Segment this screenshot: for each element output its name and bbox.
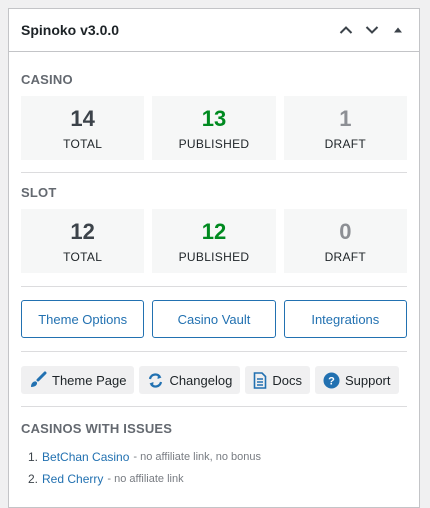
slot-section: SLOT 12 TOTAL 12 PUBLISHED 0 DRAFT xyxy=(21,173,407,273)
slot-published-label: PUBLISHED xyxy=(178,249,250,264)
integrations-button[interactable]: Integrations xyxy=(283,300,407,338)
casino-published-label: PUBLISHED xyxy=(178,136,250,151)
casino-stats: 14 TOTAL 13 PUBLISHED 1 DRAFT xyxy=(21,96,407,160)
divider xyxy=(21,286,407,287)
chevron-up-icon[interactable] xyxy=(333,15,359,45)
casino-section: CASINO 14 TOTAL 13 PUBLISHED 1 DRAFT xyxy=(21,52,407,160)
issues-section-title: CASINOS WITH ISSUES xyxy=(21,421,173,436)
chevron-down-icon[interactable] xyxy=(359,15,385,45)
changelog-label: Changelog xyxy=(169,372,233,388)
refresh-icon xyxy=(147,372,164,389)
issues-list: 1. BetChan Casino - no affiliate link, n… xyxy=(21,446,407,490)
casino-total-label: TOTAL xyxy=(63,136,103,151)
brush-icon xyxy=(29,371,47,389)
issue-casino-link[interactable]: BetChan Casino xyxy=(42,450,129,464)
casino-published-card: 13 PUBLISHED xyxy=(152,96,276,160)
list-item: 1. BetChan Casino - no affiliate link, n… xyxy=(28,446,407,468)
slot-total-card: 12 TOTAL xyxy=(21,209,145,273)
list-item: 2. Red Cherry - no affiliate link xyxy=(28,468,407,490)
document-icon xyxy=(253,371,267,389)
slot-draft-value: 0 xyxy=(339,218,352,244)
quick-links: Theme Page Changelog Docs ? Support xyxy=(21,366,407,394)
casino-vault-button[interactable]: Casino Vault xyxy=(152,300,276,338)
slot-draft-label: DRAFT xyxy=(324,249,367,264)
spinoko-widget: Spinoko v3.0.0 CASINO 14 TOTAL 13 PUBLIS… xyxy=(8,8,420,508)
issue-number: 2. xyxy=(28,472,39,486)
changelog-link[interactable]: Changelog xyxy=(139,366,241,394)
action-buttons: Theme Options Casino Vault Integrations xyxy=(21,300,407,338)
slot-total-value: 12 xyxy=(70,218,95,244)
casino-total-card: 14 TOTAL xyxy=(21,96,145,160)
slot-section-title: SLOT xyxy=(21,185,57,200)
casino-draft-value: 1 xyxy=(339,105,352,131)
divider xyxy=(21,351,407,352)
support-label: Support xyxy=(344,372,391,388)
theme-page-link[interactable]: Theme Page xyxy=(21,366,135,394)
widget-header: Spinoko v3.0.0 xyxy=(9,9,419,52)
issue-number: 1. xyxy=(28,450,39,464)
issue-note: - no affiliate link, no bonus xyxy=(133,451,262,463)
issue-casino-link[interactable]: Red Cherry xyxy=(42,472,103,486)
theme-options-button[interactable]: Theme Options xyxy=(21,300,145,338)
docs-link[interactable]: Docs xyxy=(245,366,310,394)
docs-label: Docs xyxy=(272,372,302,388)
support-link[interactable]: ? Support xyxy=(314,366,399,394)
slot-published-card: 12 PUBLISHED xyxy=(152,209,276,273)
casino-draft-label: DRAFT xyxy=(324,136,367,151)
slot-total-label: TOTAL xyxy=(63,249,103,264)
slot-stats: 12 TOTAL 12 PUBLISHED 0 DRAFT xyxy=(21,209,407,273)
issue-note: - no affiliate link xyxy=(107,473,184,485)
widget-body: CASINO 14 TOTAL 13 PUBLISHED 1 DRAFT SLO… xyxy=(9,52,419,490)
slot-draft-card: 0 DRAFT xyxy=(283,209,407,273)
widget-title: Spinoko v3.0.0 xyxy=(21,22,120,38)
casino-section-title: CASINO xyxy=(21,72,73,87)
theme-page-label: Theme Page xyxy=(52,372,127,388)
casino-total-value: 14 xyxy=(70,105,95,131)
svg-text:?: ? xyxy=(328,375,335,387)
casino-published-value: 13 xyxy=(201,105,227,131)
caret-up-icon[interactable] xyxy=(385,15,411,45)
help-icon: ? xyxy=(323,372,340,389)
slot-published-value: 12 xyxy=(201,218,227,244)
casino-draft-card: 1 DRAFT xyxy=(283,96,407,160)
